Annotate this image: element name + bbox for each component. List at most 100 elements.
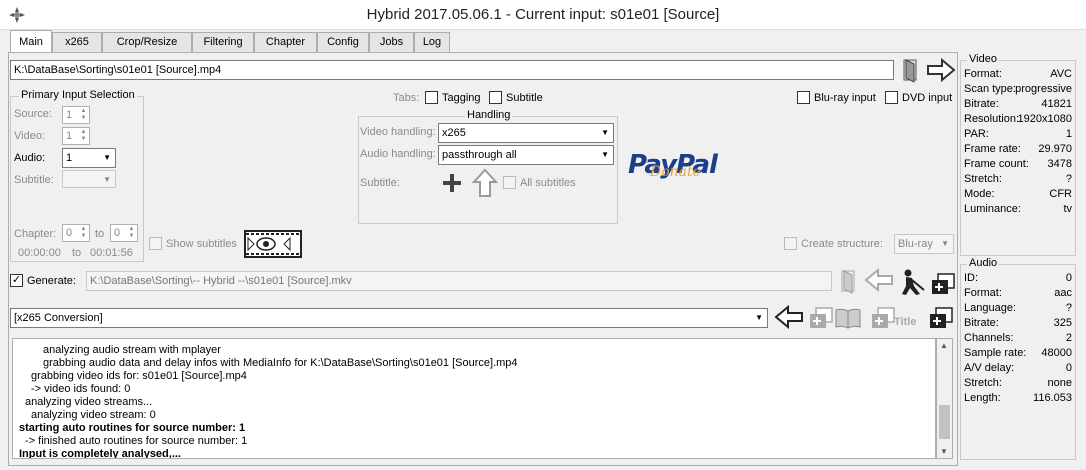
info-key: ID: xyxy=(964,272,979,284)
info-value: 2 xyxy=(1065,332,1072,344)
tab-log[interactable]: Log xyxy=(414,32,450,52)
arrow-up-icon[interactable] xyxy=(472,168,498,198)
add-job-icon[interactable] xyxy=(930,272,956,296)
add-queue-icon[interactable] xyxy=(808,306,834,330)
info-key: Channels: xyxy=(964,332,1014,344)
tab-main[interactable]: Main xyxy=(10,30,52,53)
tagging-checkbox[interactable] xyxy=(425,91,438,104)
log-output[interactable]: · · · analyzing audio stream with mplaye… xyxy=(12,338,936,459)
info-key: Format: xyxy=(964,68,1002,80)
log-line: Input is completely analysed,... xyxy=(19,448,181,459)
log-line: -> video ids found: 0 xyxy=(31,383,131,395)
arrow-left-icon[interactable] xyxy=(864,268,894,292)
info-value: 3478 xyxy=(1047,158,1072,170)
info-value: AVC xyxy=(1050,68,1072,80)
handling-title: Handling xyxy=(465,109,513,121)
chapter-from-spinbox[interactable]: 0 ▲ ▼ xyxy=(62,224,90,242)
info-row: PAR: 1 xyxy=(964,127,1072,142)
paypal-donate-button[interactable]: PayPal Donate xyxy=(628,150,748,184)
source-label: Source: xyxy=(14,108,52,120)
log-line-partial: · · · xyxy=(19,339,36,344)
log-scrollbar[interactable]: ▲ ▼ xyxy=(936,338,953,459)
video-handling-select[interactable]: x265 ▼ xyxy=(438,123,614,143)
create-structure-checkbox[interactable] xyxy=(784,237,797,250)
primary-input-title: Primary Input Selection xyxy=(19,89,137,101)
scroll-down-icon[interactable]: ▼ xyxy=(940,447,948,456)
arrow-right-icon[interactable] xyxy=(926,58,956,82)
source-spinbox[interactable]: 1 ▲ ▼ xyxy=(62,106,90,124)
show-subtitles-checkbox[interactable] xyxy=(149,237,162,250)
log-line: grabbing audio data and delay infos with… xyxy=(43,357,518,369)
chapter-to-spinbox[interactable]: 0 ▲ ▼ xyxy=(110,224,138,242)
video-handling-label: Video handling: xyxy=(360,126,436,138)
scroll-thumb[interactable] xyxy=(939,405,950,439)
audio-select[interactable]: 1 ▼ xyxy=(62,148,116,168)
info-row: Bitrate: 325 xyxy=(964,316,1072,331)
handling-subtitle-label: Subtitle: xyxy=(360,177,400,189)
tagging-label: Tagging xyxy=(442,92,481,104)
video-spinbox[interactable]: 1 ▲ ▼ xyxy=(62,127,90,145)
time-to: 00:01:56 xyxy=(90,247,133,259)
tabs-label: Tabs: xyxy=(393,92,420,104)
create-structure-select[interactable]: Blu-ray ▼ xyxy=(894,234,954,254)
info-value: 116.053 xyxy=(1033,392,1072,404)
worker-icon[interactable] xyxy=(898,268,926,296)
create-structure-label: Create structure: xyxy=(801,238,883,250)
bluray-input-label: Blu-ray input xyxy=(814,92,876,104)
info-row: Language:? xyxy=(964,301,1072,316)
scroll-up-icon[interactable]: ▲ xyxy=(940,341,948,350)
add-job-bold-icon[interactable] xyxy=(928,306,954,330)
time-from: 00:00:00 xyxy=(18,247,61,259)
tab-x265[interactable]: x265 xyxy=(52,32,102,52)
dvd-input-checkbox[interactable] xyxy=(885,91,898,104)
info-row: Stretch: none xyxy=(964,376,1072,391)
video-info-panel: Video Format: AVC Scan type: progressive Bit… xyxy=(960,53,1076,256)
tab-jobs[interactable]: Jobs xyxy=(369,32,414,52)
info-key: Bitrate: xyxy=(964,317,999,329)
arrow-left-bold-icon[interactable] xyxy=(774,305,804,329)
info-value: CFR xyxy=(1049,188,1072,200)
subtitle-select[interactable]: ▼ xyxy=(62,170,116,188)
info-row: A/V delay: 0 xyxy=(964,361,1072,376)
info-value: none xyxy=(1047,377,1072,389)
input-path-field[interactable]: K:\DataBase\Sorting\s01e01 [Source].mp4 xyxy=(10,60,894,80)
title-label: Title xyxy=(894,316,917,328)
info-value: ? xyxy=(1065,302,1072,314)
film-preview-icon[interactable] xyxy=(244,230,302,258)
output-file-icon[interactable] xyxy=(838,268,860,294)
add-title-icon[interactable] xyxy=(870,306,896,330)
info-key: Mode: xyxy=(964,188,995,200)
dvd-input-label: DVD input xyxy=(902,92,953,104)
info-row: Sample rate: 48000 xyxy=(964,346,1072,361)
open-file-icon[interactable] xyxy=(900,57,922,83)
book-icon[interactable] xyxy=(834,306,862,330)
all-subtitles-checkbox[interactable] xyxy=(503,176,516,189)
audio-handling-select[interactable]: passthrough all ▼ xyxy=(438,145,614,165)
log-line: analyzing video stream: 0 xyxy=(31,409,156,421)
info-key: Scan type: xyxy=(964,83,1016,95)
info-value: 0 xyxy=(1065,272,1072,284)
bluray-input-checkbox[interactable] xyxy=(797,91,810,104)
log-line: analyzing video streams... xyxy=(25,396,153,408)
tab-chapter[interactable]: Chapter xyxy=(254,32,317,52)
info-row: Format: aac xyxy=(964,286,1072,301)
info-value: aac xyxy=(1054,287,1072,299)
info-key: Stretch: xyxy=(964,173,1002,185)
audio-handling-label: Audio handling: xyxy=(360,148,436,160)
subtitle-tab-checkbox[interactable] xyxy=(489,91,502,104)
tab-crop-resize[interactable]: Crop/Resize xyxy=(102,32,192,52)
chapter-to-label: to xyxy=(95,228,105,240)
conversion-select[interactable]: [x265 Conversion] ▼ xyxy=(10,308,768,328)
info-key: Sample rate: xyxy=(964,347,1027,359)
audio-info-title: Audio xyxy=(967,257,1000,269)
add-icon[interactable] xyxy=(441,172,463,194)
log-line: starting auto routines for source number… xyxy=(19,422,246,434)
generate-checkbox[interactable]: ✓ xyxy=(10,274,23,287)
info-key: Frame rate: xyxy=(964,143,1021,155)
info-value: 1920x1080 xyxy=(1017,113,1072,125)
tab-config[interactable]: Config xyxy=(317,32,369,52)
output-path-field[interactable]: K:\DataBase\Sorting\-- Hybrid --\s01e01 … xyxy=(86,271,832,291)
tab-filtering[interactable]: Filtering xyxy=(192,32,254,52)
info-row: Channels: 2 xyxy=(964,331,1072,346)
info-key: Language: xyxy=(964,302,1016,314)
